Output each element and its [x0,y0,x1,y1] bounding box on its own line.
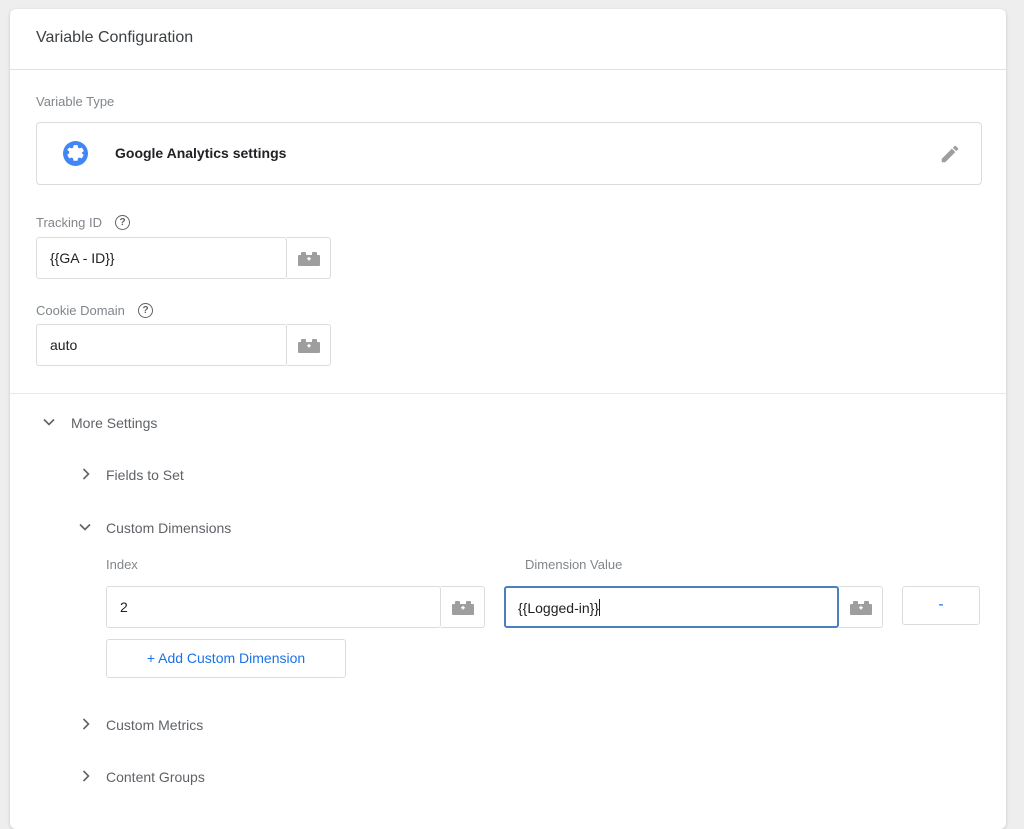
custom-dimension-value-text: {{Logged-in}} [518,599,600,616]
cookie-domain-label: Cookie Domain [36,303,125,318]
custom-dimension-value: {{Logged-in}} [518,600,599,616]
cookie-domain-variable-picker-button[interactable] [287,324,331,366]
chevron-right-icon[interactable] [79,467,93,481]
help-icon[interactable]: ? [115,215,130,230]
chevron-right-icon[interactable] [79,769,93,783]
section-divider [10,393,1006,394]
remove-dimension-button[interactable]: - [902,586,980,625]
index-column-label: Index [106,557,138,572]
pencil-icon[interactable] [939,143,961,170]
chevron-right-icon[interactable] [79,717,93,731]
tracking-id-label: Tracking ID [36,215,102,230]
dimension-value-variable-picker-button[interactable] [839,586,883,628]
tracking-id-variable-picker-button[interactable] [287,237,331,279]
tracking-id-value: {{GA - ID}} [50,250,115,266]
variable-brick-icon [452,601,474,615]
variable-type-selector[interactable]: Google Analytics settings [36,122,982,185]
custom-dimension-index-value: 2 [120,599,128,615]
page-title: Variable Configuration [36,29,194,46]
cookie-domain-value: auto [50,337,78,353]
variable-configuration-card: Variable Configuration Variable Type Goo… [10,9,1006,829]
custom-dimension-value-input[interactable]: {{Logged-in}} [504,586,839,628]
card-header: Variable Configuration [10,9,1006,70]
more-settings-toggle[interactable]: More Settings [71,415,157,431]
content-groups-toggle[interactable]: Content Groups [106,769,205,785]
variable-type-label: Variable Type [36,94,115,109]
text-cursor [598,599,600,616]
chevron-down-icon[interactable] [78,520,92,534]
custom-metrics-toggle[interactable]: Custom Metrics [106,717,203,733]
variable-brick-icon [298,339,320,353]
chevron-down-icon[interactable] [42,415,56,429]
index-variable-picker-button[interactable] [441,586,485,628]
add-custom-dimension-button[interactable]: + Add Custom Dimension [106,639,346,678]
variable-type-name: Google Analytics settings [115,145,287,161]
fields-to-set-toggle[interactable]: Fields to Set [106,467,184,483]
cookie-domain-input[interactable]: auto [36,324,287,366]
variable-brick-icon [850,601,872,615]
variable-brick-icon [298,252,320,266]
tracking-id-input[interactable]: {{GA - ID}} [36,237,287,279]
help-icon[interactable]: ? [138,303,153,318]
custom-dimensions-toggle[interactable]: Custom Dimensions [106,520,231,536]
gear-icon [63,141,88,166]
custom-dimension-index-input[interactable]: 2 [106,586,441,628]
dimension-value-column-label: Dimension Value [525,557,623,572]
